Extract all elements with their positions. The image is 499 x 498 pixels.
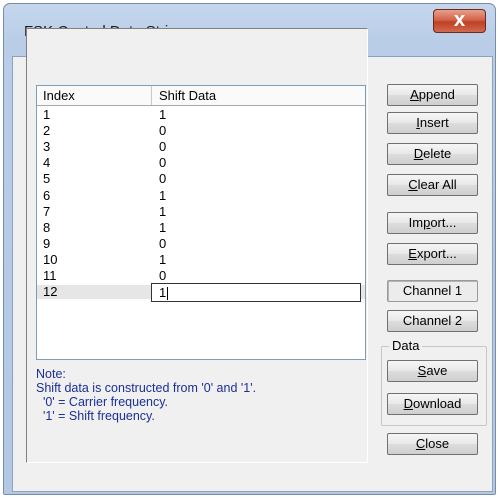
row-index: 2	[43, 123, 51, 139]
shift-data-edit-field[interactable]: 1	[151, 283, 361, 303]
row-shift-value: 0	[159, 235, 167, 251]
row-index: 11	[43, 268, 57, 283]
shift-data-list[interactable]: Index Shift Data 1 1 2 0 3 0 4 0 5 0 6 1 7 1 8 1 9 0 10 1 11…	[36, 85, 366, 360]
row-shift-value: 1	[159, 107, 167, 122]
row-index: 9	[43, 235, 51, 251]
note-line: '1' = Shift frequency.	[36, 409, 155, 423]
data-group-label: Data	[389, 338, 423, 353]
table-row[interactable]: 30	[37, 140, 365, 154]
clear-all-label: lear All	[417, 177, 457, 192]
channel-1-button[interactable]: Channel 1	[387, 280, 478, 302]
delete-button[interactable]: Delete	[387, 143, 478, 165]
list-header: Index Shift Data	[37, 86, 365, 106]
table-row[interactable]: 10 1	[37, 251, 365, 267]
row-shift-value: 0	[159, 139, 167, 155]
row-shift-value: 1	[159, 251, 167, 267]
export-button[interactable]: Export...	[387, 243, 478, 265]
row-index: 7	[43, 203, 51, 219]
row-index: 10	[43, 251, 58, 267]
window-close-icon[interactable]: X	[433, 9, 486, 33]
table-row[interactable]: 40	[37, 156, 365, 170]
note-line: Shift data is constructed from '0' and '…	[36, 381, 257, 395]
insert-label: nsert	[419, 115, 449, 130]
note-line: '0' = Carrier frequency.	[36, 395, 169, 409]
note-text: Note: Shift data is constructed from '0'…	[36, 367, 366, 423]
append-label: ppend	[418, 87, 455, 102]
channel-2-button[interactable]: Channel 2	[387, 310, 478, 332]
table-row[interactable]: 12 1	[37, 283, 365, 303]
table-row[interactable]: 71	[37, 203, 365, 219]
close-button[interactable]: Close	[387, 433, 478, 455]
save-button[interactable]: Save	[387, 360, 478, 382]
column-header-shift-data[interactable]: Shift Data	[159, 88, 216, 103]
export-mnemonic: E	[408, 246, 417, 261]
row-shift-value: 0	[159, 268, 167, 283]
table-row[interactable]: 20	[37, 124, 365, 138]
row-index: 4	[43, 155, 51, 171]
import-label-b: ort...	[430, 215, 457, 230]
download-label: ownload	[412, 396, 462, 411]
note-line: Note:	[36, 367, 66, 381]
insert-button[interactable]: Insert	[387, 112, 478, 134]
append-mnemonic: A	[410, 87, 419, 102]
row-shift-value: 1	[159, 219, 167, 235]
import-button[interactable]: Import...	[387, 212, 478, 234]
row-shift-value: 0	[159, 123, 167, 139]
clear-all-mnemonic: C	[408, 177, 418, 192]
export-label: xport...	[416, 246, 457, 261]
row-index: 5	[43, 171, 51, 187]
row-index: 8	[43, 219, 51, 235]
text-caret	[167, 287, 169, 301]
save-label: ave	[426, 363, 448, 378]
clear-all-button[interactable]: Clear All	[387, 174, 478, 196]
row-shift-value: 0	[159, 155, 167, 171]
download-mnemonic: D	[403, 396, 413, 411]
close-mnemonic: C	[415, 436, 426, 451]
table-row[interactable]: 11 0	[37, 269, 365, 283]
table-row[interactable]: 11	[37, 108, 365, 122]
table-row[interactable]: 90	[37, 235, 365, 251]
row-index: 3	[43, 139, 51, 155]
row-index: 12	[43, 284, 58, 300]
column-header-index[interactable]: Index	[43, 88, 75, 103]
append-button[interactable]: Append	[387, 84, 478, 106]
delete-mnemonic: D	[413, 146, 424, 161]
row-shift-value: 1	[159, 203, 167, 219]
close-label: lose	[425, 436, 450, 451]
table-row[interactable]: 50	[37, 172, 365, 186]
column-divider[interactable]	[151, 86, 152, 105]
row-shift-value: 1	[159, 187, 167, 203]
import-label-a: Im	[408, 215, 424, 230]
edit-field-value: 1	[159, 285, 167, 301]
row-index: 1	[43, 107, 51, 122]
row-index: 6	[43, 187, 51, 203]
table-row[interactable]: 81	[37, 219, 365, 235]
row-shift-value: 0	[159, 171, 167, 187]
delete-label: elete	[423, 146, 452, 161]
table-row[interactable]: 61	[37, 187, 365, 203]
download-button[interactable]: Download	[387, 393, 478, 415]
